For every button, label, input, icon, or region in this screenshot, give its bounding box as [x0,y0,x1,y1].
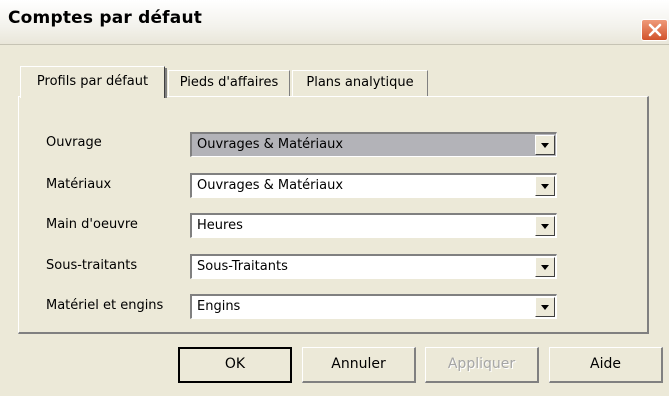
close-button[interactable] [641,19,668,41]
main-d-oeuvre-combobox[interactable]: Heures [190,213,557,238]
dropdown-button[interactable] [535,176,555,196]
combobox-value: Ouvrages & Matériaux [197,178,344,193]
tab-label: Pieds d'affaires [179,75,279,90]
sous-traitants-combobox[interactable]: Sous-Traitants [190,254,557,279]
apply-button[interactable]: Appliquer [425,347,539,383]
materiaux-combobox[interactable]: Ouvrages & Matériaux [190,173,557,198]
combobox-value: Sous-Traitants [197,259,288,274]
window-title: Comptes par défaut [8,8,203,28]
ouvrage-combobox[interactable]: Ouvrages & Matériaux [190,132,557,157]
ok-button[interactable]: OK [178,347,292,383]
tab-plans-analytique[interactable]: Plans analytique [292,70,428,96]
tab-label: Profils par défaut [36,74,149,89]
combobox-value: Engins [197,299,241,314]
dropdown-button[interactable] [535,257,555,277]
tab-pieds-d-affaires[interactable]: Pieds d'affaires [168,70,290,96]
label-materiaux: Matériaux [46,177,112,192]
label-ouvrage: Ouvrage [46,135,102,150]
chevron-down-icon [541,223,549,229]
label-sous-traitants: Sous-traitants [46,258,138,273]
combobox-value: Heures [197,218,243,233]
chevron-down-icon [541,142,549,148]
chevron-down-icon [541,264,549,270]
dropdown-button[interactable] [535,297,555,317]
title-bar: Comptes par défaut [0,0,669,45]
close-icon [648,23,661,37]
materiel-et-engins-combobox[interactable]: Engins [190,294,557,319]
chevron-down-icon [541,183,549,189]
tab-profils-par-defaut[interactable]: Profils par défaut [20,66,167,98]
tab-label: Plans analytique [306,75,414,90]
dropdown-button[interactable] [535,216,555,236]
chevron-down-icon [541,304,549,310]
dropdown-button[interactable] [535,135,555,155]
cancel-button[interactable]: Annuler [302,347,416,383]
label-materiel-et-engins: Matériel et engins [46,298,164,313]
label-main-d-oeuvre: Main d'oeuvre [46,217,138,232]
combobox-value: Ouvrages & Matériaux [197,137,344,152]
help-button[interactable]: Aide [549,347,663,383]
